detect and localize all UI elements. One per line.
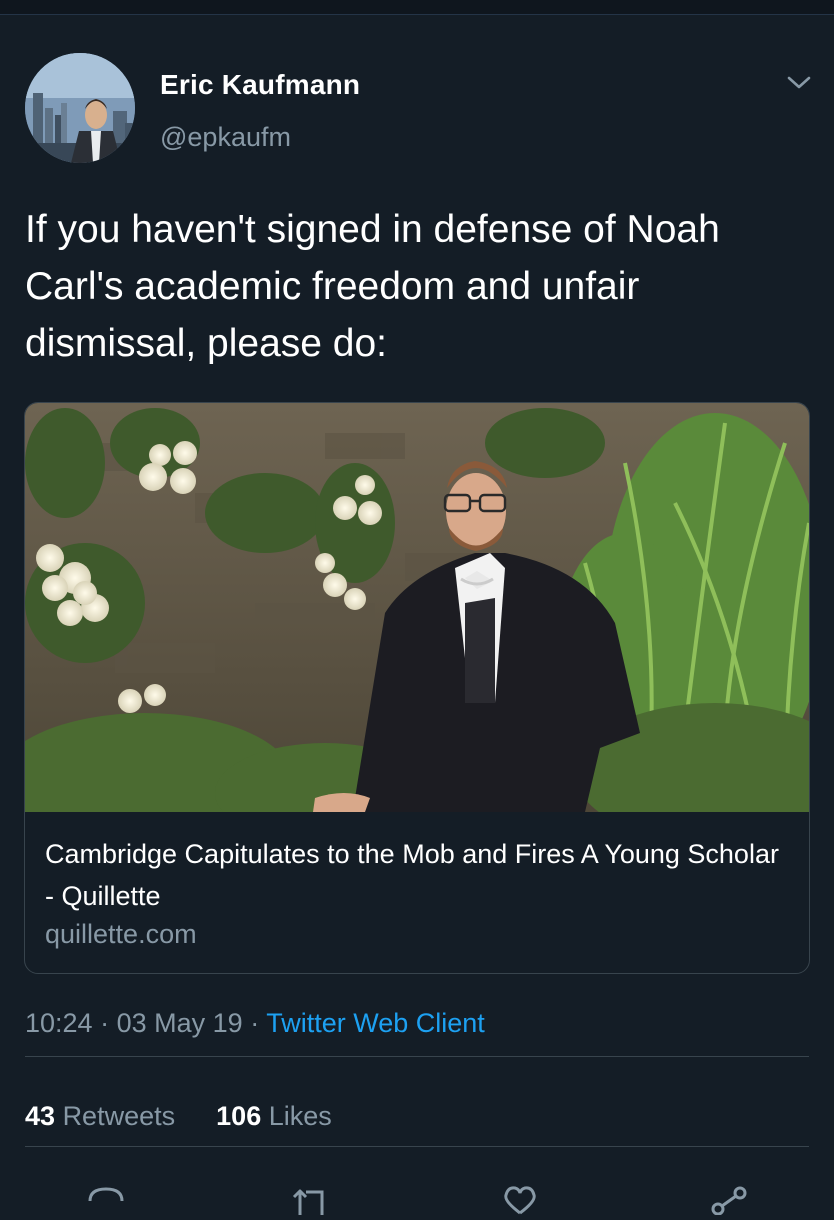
retweets-count: 43 bbox=[25, 1101, 56, 1131]
tweet-time: 10:24 bbox=[25, 1008, 93, 1038]
tweet-source-link[interactable]: Twitter Web Client bbox=[266, 1008, 485, 1038]
divider bbox=[25, 1146, 809, 1147]
share-icon[interactable] bbox=[706, 1183, 750, 1216]
reply-icon[interactable] bbox=[84, 1183, 128, 1215]
tweet-text: If you haven't signed in defense of Noah… bbox=[25, 208, 720, 365]
card-title[interactable]: Cambridge Capitulates to the Mob and Fir… bbox=[45, 833, 785, 917]
likes-label: Likes bbox=[268, 1101, 332, 1131]
tweet-meta: 10:24 · 03 May 19 · Twitter Web Client bbox=[25, 1008, 485, 1039]
tweet-date: 03 May 19 bbox=[116, 1008, 243, 1038]
chevron-down-icon[interactable] bbox=[786, 73, 812, 93]
link-card[interactable]: Cambridge Capitulates to the Mob and Fir… bbox=[24, 402, 810, 974]
likes-count: 106 bbox=[216, 1101, 262, 1131]
card-image[interactable] bbox=[25, 403, 809, 853]
retweet-icon[interactable] bbox=[288, 1183, 332, 1215]
card-domain: quillette.com bbox=[45, 919, 197, 949]
likes-stat[interactable]: 106 Likes bbox=[216, 1101, 332, 1131]
engagement-stats: 43 Retweets 106 Likes bbox=[25, 1101, 332, 1132]
author-handle[interactable]: @epkaufm bbox=[160, 122, 291, 153]
author-name[interactable]: Eric Kaufmann bbox=[160, 69, 360, 101]
avatar[interactable] bbox=[25, 53, 135, 163]
action-bar bbox=[0, 1183, 834, 1216]
retweets-label: Retweets bbox=[62, 1101, 176, 1131]
meta-separator: · bbox=[250, 1008, 260, 1038]
top-status-bar bbox=[0, 0, 834, 15]
divider bbox=[25, 1056, 809, 1057]
tweet-detail: Eric Kaufmann @epkaufm If you haven't si… bbox=[0, 15, 834, 1216]
meta-separator: · bbox=[100, 1008, 110, 1038]
heart-icon[interactable] bbox=[498, 1183, 542, 1215]
retweets-stat[interactable]: 43 Retweets bbox=[25, 1101, 183, 1131]
